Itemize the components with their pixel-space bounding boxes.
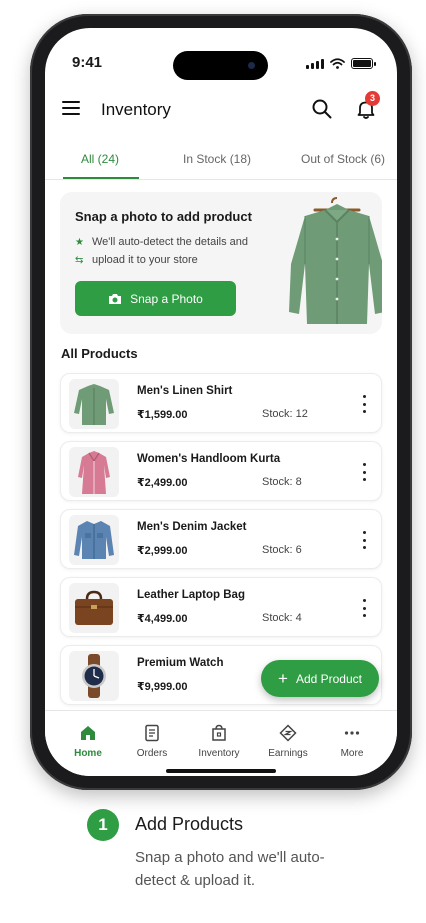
product-price: ₹9,999.00 bbox=[137, 681, 188, 693]
home-icon bbox=[81, 726, 95, 740]
caption-title: Add Products bbox=[135, 814, 244, 834]
nav-inventory[interactable]: Inventory bbox=[189, 723, 249, 759]
product-stock: Stock: 6 bbox=[262, 544, 302, 556]
add-product-label: Add Product bbox=[295, 671, 362, 686]
nav-label: Home bbox=[74, 748, 102, 759]
product-card[interactable]: Women's Handloom Kurta ₹2,499.00 Stock: … bbox=[60, 441, 382, 501]
dynamic-island bbox=[173, 51, 268, 80]
product-price: ₹4,499.00 bbox=[137, 613, 188, 625]
bottom-nav: Home Orders Inventory Earnings More bbox=[45, 710, 397, 776]
nav-label: Inventory bbox=[198, 748, 240, 759]
plus-icon: + bbox=[278, 669, 288, 688]
camera-dot bbox=[248, 62, 255, 69]
product-stock: Stock: 4 bbox=[262, 612, 302, 624]
product-name: Men's Denim Jacket bbox=[137, 521, 247, 533]
more-vert-icon[interactable] bbox=[359, 460, 369, 484]
nav-orders[interactable]: Orders bbox=[122, 723, 182, 759]
snap-photo-button[interactable]: Snap a Photo bbox=[75, 281, 236, 316]
page-title: Inventory bbox=[101, 100, 171, 119]
active-tab-indicator bbox=[63, 177, 139, 179]
product-image bbox=[69, 515, 119, 565]
wifi-icon bbox=[330, 58, 345, 69]
product-price: ₹2,499.00 bbox=[137, 477, 188, 489]
product-name: Women's Handloom Kurta bbox=[137, 453, 281, 465]
product-card[interactable]: Men's Linen Shirt ₹1,599.00 Stock: 12 bbox=[60, 373, 382, 433]
app-header: Inventory 3 bbox=[45, 88, 397, 132]
promo-title: Snap a photo to add product bbox=[75, 209, 252, 224]
product-stock: Stock: 12 bbox=[262, 408, 308, 420]
linen-shirt-icon bbox=[74, 384, 114, 425]
upload-icon: ⇆ bbox=[75, 255, 84, 266]
tab-in-stock[interactable]: In Stock (18) bbox=[183, 152, 251, 166]
snap-photo-label: Snap a Photo bbox=[130, 291, 203, 306]
product-card[interactable]: Men's Denim Jacket ₹2,999.00 Stock: 6 bbox=[60, 509, 382, 569]
search-icon[interactable] bbox=[311, 98, 333, 120]
filter-tabs: All (24) In Stock (18) Out of Stock (6) bbox=[45, 142, 397, 180]
more-vert-icon[interactable] bbox=[359, 528, 369, 552]
promo-line-2: ⇆ upload it to your store bbox=[75, 254, 198, 266]
more-icon bbox=[344, 731, 360, 735]
promo-line-1-text: We'll auto-detect the details and bbox=[92, 236, 248, 248]
laptop-bag-icon bbox=[75, 590, 113, 625]
nav-home[interactable]: Home bbox=[58, 723, 118, 759]
product-price: ₹2,999.00 bbox=[137, 545, 188, 557]
menu-icon[interactable] bbox=[62, 101, 80, 115]
product-name: Men's Linen Shirt bbox=[137, 385, 233, 397]
watch-icon bbox=[82, 654, 106, 698]
all-products-heading: All Products bbox=[61, 346, 138, 361]
tab-all[interactable]: All (24) bbox=[81, 152, 119, 166]
more-vert-icon[interactable] bbox=[359, 392, 369, 416]
nav-label: Orders bbox=[136, 748, 168, 759]
home-indicator bbox=[166, 769, 276, 773]
tab-out-of-stock[interactable]: Out of Stock (6) bbox=[301, 152, 385, 166]
earnings-icon bbox=[279, 724, 297, 742]
product-price: ₹1,599.00 bbox=[137, 409, 188, 421]
phone-screen: 9:41 Inventory 3 All (24) In Stock (18) … bbox=[45, 28, 397, 776]
denim-jacket-icon bbox=[74, 521, 114, 559]
status-bar: 9:41 bbox=[45, 28, 397, 80]
step-number-badge: 1 bbox=[87, 809, 119, 841]
phone-frame: 9:41 Inventory 3 All (24) In Stock (18) … bbox=[30, 14, 412, 790]
add-product-button[interactable]: + Add Product bbox=[261, 660, 379, 697]
inventory-icon bbox=[212, 724, 226, 741]
status-icons bbox=[306, 58, 376, 69]
product-name: Premium Watch bbox=[137, 657, 224, 669]
product-image bbox=[69, 583, 119, 633]
product-stock: Stock: 8 bbox=[262, 476, 302, 488]
product-name: Leather Laptop Bag bbox=[137, 589, 245, 601]
caption-description: Snap a photo and we'll auto-detect & upl… bbox=[135, 849, 325, 889]
sparkle-icon: ★ bbox=[75, 237, 84, 248]
camera-icon bbox=[109, 293, 122, 304]
product-image bbox=[69, 651, 119, 701]
nav-more[interactable]: More bbox=[322, 723, 382, 759]
promo-line-2-text: upload it to your store bbox=[92, 254, 198, 266]
green-shirt-image bbox=[289, 197, 382, 324]
promo-line-1: ★ We'll auto-detect the details and bbox=[75, 236, 248, 248]
battery-icon bbox=[351, 58, 376, 69]
kurta-icon bbox=[78, 451, 110, 494]
product-card[interactable]: Leather Laptop Bag ₹4,499.00 Stock: 4 bbox=[60, 577, 382, 637]
status-time: 9:41 bbox=[72, 54, 103, 71]
signal-icon bbox=[306, 59, 324, 69]
nav-earnings[interactable]: Earnings bbox=[258, 723, 318, 759]
product-image bbox=[69, 447, 119, 497]
orders-icon bbox=[145, 724, 159, 742]
notification-badge: 3 bbox=[365, 91, 380, 106]
nav-label: Earnings bbox=[268, 748, 308, 759]
product-image bbox=[69, 379, 119, 429]
snap-photo-card: Snap a photo to add product ★ We'll auto-… bbox=[60, 192, 382, 334]
nav-label: More bbox=[340, 748, 364, 759]
more-vert-icon[interactable] bbox=[359, 596, 369, 620]
